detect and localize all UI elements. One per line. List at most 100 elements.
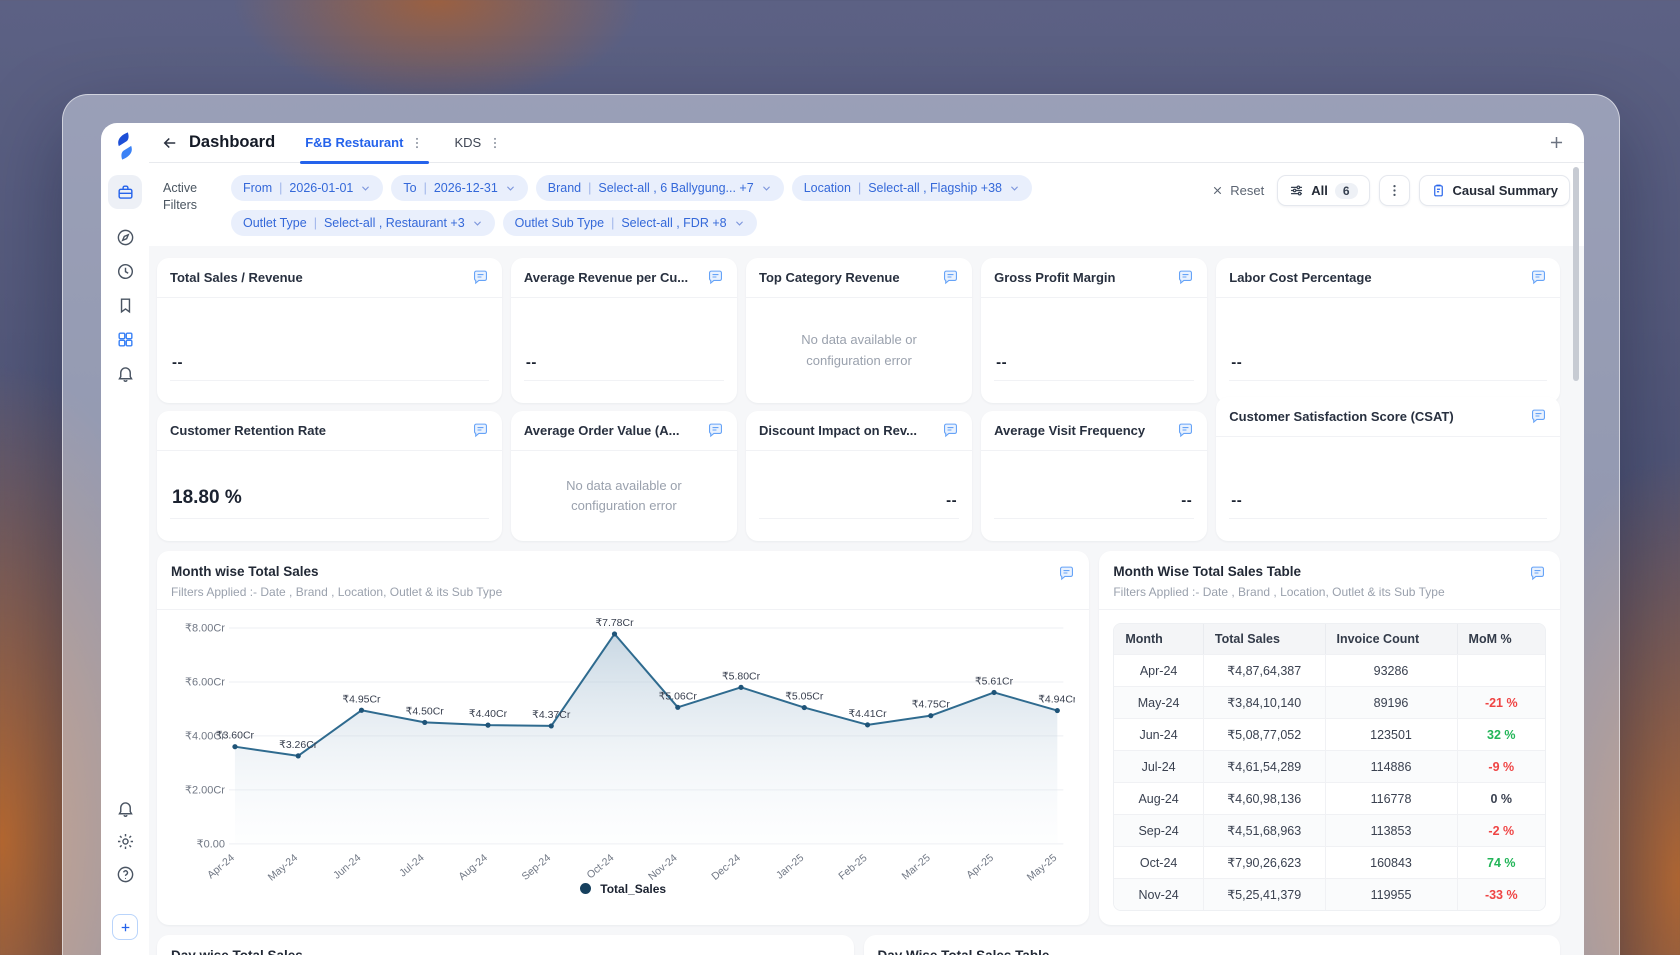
chip-name: From: [243, 181, 272, 195]
divider: [1229, 518, 1547, 519]
table-column-header: Total Sales: [1204, 624, 1326, 654]
chip-separator: |: [424, 181, 427, 195]
svg-text:May-24: May-24: [266, 853, 300, 884]
bookmark-icon[interactable]: [116, 296, 135, 315]
add-tab-icon[interactable]: [1547, 133, 1566, 152]
explore-icon[interactable]: [116, 228, 135, 247]
chat-icon[interactable]: [1529, 565, 1546, 582]
close-icon: [1211, 184, 1224, 197]
alerts-bell-icon[interactable]: [116, 799, 135, 818]
reset-filters-button[interactable]: Reset: [1207, 175, 1268, 206]
chat-icon[interactable]: [1058, 565, 1075, 582]
svg-text:₹4.37Cr: ₹4.37Cr: [532, 710, 571, 721]
table-column-header: Invoice Count: [1326, 624, 1458, 654]
more-options-button[interactable]: [1379, 175, 1410, 206]
back-arrow-icon[interactable]: [161, 134, 179, 152]
table-column-header: MoM %: [1458, 624, 1545, 654]
notifications-bell-icon[interactable]: [116, 364, 135, 383]
chart-title: Month wise Total Sales: [171, 564, 1075, 579]
cell-total-sales: ₹4,60,98,136: [1204, 782, 1326, 814]
filter-chip-outlet-type[interactable]: Outlet Type|Select-all , Restaurant +3: [231, 210, 495, 236]
svg-text:₹3.26Cr: ₹3.26Cr: [279, 740, 318, 751]
svg-text:₹0.00: ₹0.00: [197, 838, 225, 850]
month-sales-table: MonthTotal SalesInvoice CountMoM % Apr-2…: [1113, 623, 1546, 911]
svg-text:₹3.60Cr: ₹3.60Cr: [216, 731, 255, 742]
divider: [994, 380, 1194, 381]
tab-menu-dots-icon[interactable]: [410, 136, 424, 150]
cell-mom-percent: 0 %: [1458, 782, 1545, 814]
divider: [1229, 380, 1547, 381]
cell-month: Aug-24: [1114, 782, 1204, 814]
causal-summary-button[interactable]: Causal Summary: [1419, 175, 1571, 206]
chat-icon[interactable]: [1177, 269, 1194, 286]
cell-total-sales: ₹3,84,10,140: [1204, 686, 1326, 718]
table-header-row: MonthTotal SalesInvoice CountMoM %: [1114, 624, 1545, 654]
chip-name: Outlet Type: [243, 216, 307, 230]
chat-icon[interactable]: [1530, 408, 1547, 425]
svg-text:Jun-24: Jun-24: [332, 853, 364, 882]
cell-total-sales: ₹7,90,26,623: [1204, 846, 1326, 878]
chat-icon[interactable]: [942, 269, 959, 286]
chip-name: To: [403, 181, 416, 195]
svg-text:₹7.78Cr: ₹7.78Cr: [595, 618, 634, 629]
svg-text:Sep-24: Sep-24: [520, 853, 553, 883]
divider: [524, 380, 724, 381]
svg-text:₹4.40Cr: ₹4.40Cr: [469, 709, 508, 720]
chip-value: 2026-12-31: [434, 181, 498, 195]
app-window: Dashboard F&B Restaurant KDS ActiveFilte…: [62, 94, 1620, 955]
tab-menu-dots-icon[interactable]: [488, 136, 502, 150]
cell-mom-percent: 74 %: [1458, 846, 1545, 878]
sidebar-item-dashboard[interactable]: [108, 175, 142, 209]
chevron-down-icon: [472, 218, 483, 229]
apps-grid-icon[interactable]: [116, 330, 135, 349]
filter-chip-from[interactable]: From | 2026-01-01: [231, 175, 383, 201]
kpi-row-2: Customer Retention Rate 18.80 % Average …: [157, 411, 1560, 541]
svg-text:Jul-24: Jul-24: [398, 853, 427, 880]
app-logo: [110, 131, 140, 161]
chat-icon[interactable]: [1530, 269, 1547, 286]
bottom-row: Day wise Total Sales Day Wise Total Sale…: [157, 935, 1560, 955]
filter-chip-to[interactable]: To | 2026-12-31: [391, 175, 527, 201]
cell-month: Jun-24: [1114, 718, 1204, 750]
chat-icon[interactable]: [472, 269, 489, 286]
svg-text:Dec-24: Dec-24: [710, 853, 743, 883]
svg-text:₹4.75Cr: ₹4.75Cr: [912, 700, 951, 711]
chat-icon[interactable]: [472, 422, 489, 439]
tab-fnb-restaurant[interactable]: F&B Restaurant: [305, 123, 424, 163]
svg-text:₹4.50Cr: ₹4.50Cr: [406, 706, 445, 717]
cell-month: Apr-24: [1114, 654, 1204, 686]
svg-text:₹2.00Cr: ₹2.00Cr: [185, 784, 225, 796]
table-row: Aug-24₹4,60,98,1361167780 %: [1114, 782, 1545, 814]
cell-mom-percent: -2 %: [1458, 814, 1545, 846]
filter-chip-outlet-sub-type[interactable]: Outlet Sub Type|Select-all , FDR +8: [503, 210, 757, 236]
legend-dot: [580, 883, 591, 894]
history-clock-icon[interactable]: [116, 262, 135, 281]
scrollbar-thumb[interactable]: [1573, 167, 1579, 381]
chat-icon[interactable]: [1177, 422, 1194, 439]
table-title: Month Wise Total Sales Table: [1113, 564, 1546, 579]
chip-value: 2026-01-01: [289, 181, 353, 195]
kpi-value: --: [1231, 354, 1242, 371]
filter-bar: ActiveFilters From|2026-01-01To|2026-12-…: [149, 163, 1584, 246]
tab-label: KDS: [454, 135, 481, 150]
cell-month: Nov-24: [1114, 878, 1204, 910]
chevron-down-icon: [761, 183, 772, 194]
settings-gear-icon[interactable]: [116, 832, 135, 851]
svg-text:Jan-25: Jan-25: [775, 853, 807, 882]
chat-icon[interactable]: [707, 422, 724, 439]
kpi-card-average-revenue-per-customer: Average Revenue per Cu... --: [511, 258, 737, 403]
all-filters-button[interactable]: All 6: [1277, 175, 1369, 206]
tab-kds[interactable]: KDS: [454, 123, 502, 163]
chart-legend: Total_Sales: [171, 882, 1075, 896]
chat-icon[interactable]: [942, 422, 959, 439]
filter-chip-location[interactable]: Location|Select-all , Flagship +38: [792, 175, 1032, 201]
svg-text:Mar-25: Mar-25: [900, 853, 933, 883]
help-icon[interactable]: [116, 865, 135, 884]
cell-total-sales: ₹4,87,64,387: [1204, 654, 1326, 686]
page-title: Dashboard: [189, 133, 275, 152]
chat-icon[interactable]: [707, 269, 724, 286]
kpi-card-discount-impact: Discount Impact on Rev... --: [746, 411, 972, 541]
chip-separator: |: [279, 181, 282, 195]
add-widget-button[interactable]: [112, 914, 138, 940]
filter-chip-brand[interactable]: Brand|Select-all , 6 Ballygung... +7: [536, 175, 784, 201]
